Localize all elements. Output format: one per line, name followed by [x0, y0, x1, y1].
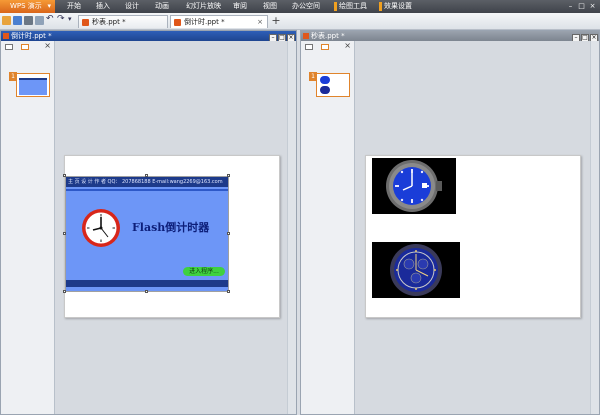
- app-menu-button[interactable]: WPS 演示 ▾: [0, 0, 55, 13]
- tab-label: 倒计时.ppt *: [184, 18, 225, 26]
- maximize-icon[interactable]: □: [577, 1, 586, 11]
- print-icon[interactable]: [24, 16, 33, 25]
- new-tab-plus-icon[interactable]: +: [270, 14, 282, 28]
- selection-handle[interactable]: [227, 174, 230, 177]
- menu-item-slideshow[interactable]: 幻灯片放映: [186, 0, 221, 13]
- selection-handle[interactable]: [63, 174, 66, 177]
- menu-item-review[interactable]: 审阅: [233, 0, 247, 13]
- selection-handle[interactable]: [145, 174, 148, 177]
- slide-thumbnail-panel: × 1: [301, 41, 355, 414]
- tab-label: 秒表.ppt *: [92, 18, 126, 26]
- thumbnail-tabs: ×: [301, 41, 354, 53]
- selection-handle[interactable]: [63, 290, 66, 293]
- flash-footer-bar: [66, 280, 228, 287]
- menu-item-view[interactable]: 视图: [263, 0, 277, 13]
- ppt-file-icon: [174, 19, 181, 26]
- vertical-scrollbar[interactable]: [590, 41, 599, 414]
- flash-title: Flash倒计时器: [132, 221, 210, 234]
- pane-window-controls: – □ ×: [571, 32, 598, 42]
- print-preview-icon[interactable]: [35, 16, 44, 25]
- clock-icon: [82, 209, 120, 247]
- quick-toolbar: ↶ ↷ ▾ 秒表.ppt * 倒计时.ppt * ×: [0, 13, 600, 30]
- selection-handle[interactable]: [227, 290, 230, 293]
- thumbnail-preview: [19, 78, 47, 95]
- slides-view-icon[interactable]: [21, 44, 29, 50]
- menu-highlight-marker: [379, 2, 382, 11]
- menu-item-start[interactable]: 开始: [67, 0, 81, 13]
- slide-editing-area[interactable]: [355, 41, 591, 414]
- close-icon[interactable]: ×: [257, 16, 263, 29]
- slide-thumbnail-panel: × 1: [1, 41, 55, 414]
- chevron-down-icon[interactable]: ▾: [68, 15, 72, 23]
- thumbnail-tabs: ×: [1, 41, 54, 53]
- slide-thumbnail[interactable]: [16, 73, 50, 97]
- slide-editing-area[interactable]: 主 页 设 计 作 者 QQ： 207868188 E-mail:wang226…: [55, 41, 288, 414]
- menu-item-animation[interactable]: 动画: [155, 0, 169, 13]
- flash-header-bar: 主 页 设 计 作 者 QQ： 207868188 E-mail:wang226…: [66, 177, 228, 187]
- menu-bar: WPS 演示 ▾ 开始 插入 设计 动画 幻灯片放映 审阅 视图 办公空间 绘图…: [0, 0, 600, 13]
- menu-item-effect-settings[interactable]: 效果设置: [384, 0, 412, 13]
- close-icon[interactable]: ×: [44, 41, 51, 50]
- selection-handle[interactable]: [227, 232, 230, 235]
- slides-view-icon[interactable]: [321, 44, 329, 50]
- pane-title: 倒计时.ppt *: [11, 32, 52, 40]
- close-icon[interactable]: ×: [588, 1, 597, 11]
- menu-highlight-marker: [334, 2, 337, 11]
- right-document-pane: 秒表.ppt * – □ × × 1: [300, 30, 600, 415]
- outline-view-icon[interactable]: [305, 44, 313, 50]
- vertical-scrollbar[interactable]: [287, 41, 296, 414]
- slide-canvas[interactable]: [365, 155, 581, 318]
- menu-item-drawing-tools[interactable]: 绘图工具: [339, 0, 367, 13]
- flash-object[interactable]: 主 页 设 计 作 者 QQ： 207868188 E-mail:wang226…: [65, 176, 229, 292]
- save-icon[interactable]: [13, 16, 22, 25]
- ppt-file-icon: [303, 33, 309, 39]
- slide-thumbnail[interactable]: [316, 73, 350, 97]
- slide-canvas[interactable]: 主 页 设 计 作 者 QQ： 207868188 E-mail:wang226…: [63, 155, 280, 318]
- chevron-down-icon: ▾: [47, 2, 51, 10]
- redo-icon[interactable]: ↷: [57, 14, 65, 24]
- selection-handle[interactable]: [145, 290, 148, 293]
- selection-handle[interactable]: [63, 232, 66, 235]
- left-document-pane: 倒计时.ppt * – □ × × 1 主 页 设 计 作 者 QQ： 207868…: [0, 30, 297, 415]
- watch-flash-object-2[interactable]: [372, 242, 460, 298]
- flash-header-text: 主 页 设 计 作 者 QQ： 207868188 E-mail:wang226…: [68, 179, 223, 185]
- menu-item-office-space[interactable]: 办公空间: [292, 0, 320, 13]
- ppt-file-icon: [82, 19, 89, 26]
- pane-title-bar: 秒表.ppt * – □ ×: [301, 31, 599, 42]
- watch-dial-icon: [386, 160, 442, 212]
- outline-view-icon[interactable]: [5, 44, 13, 50]
- app-name: WPS 演示: [10, 2, 42, 10]
- thumbnail-watch-2: [320, 86, 330, 94]
- watch-flash-object-1[interactable]: [372, 158, 456, 214]
- thumbnail-watch-1: [320, 76, 330, 84]
- stopwatch-dial-icon: [390, 244, 442, 296]
- close-icon[interactable]: ×: [344, 41, 351, 50]
- flash-stripe: [66, 189, 228, 191]
- undo-icon[interactable]: ↶: [46, 14, 54, 24]
- ppt-file-icon: [3, 33, 9, 39]
- minimize-icon[interactable]: –: [566, 1, 575, 11]
- menu-item-design[interactable]: 设计: [125, 0, 139, 13]
- pane-window-controls: – □ ×: [268, 32, 295, 42]
- menu-item-insert[interactable]: 插入: [96, 0, 110, 13]
- pane-title: 秒表.ppt *: [311, 32, 345, 40]
- tab-daojishi[interactable]: 倒计时.ppt * ×: [170, 15, 268, 28]
- folder-icon[interactable]: [2, 16, 11, 25]
- pane-title-bar: 倒计时.ppt * – □ ×: [1, 31, 296, 42]
- enter-program-button[interactable]: 进入程序...: [183, 267, 225, 276]
- tab-miaobiao[interactable]: 秒表.ppt *: [78, 15, 168, 28]
